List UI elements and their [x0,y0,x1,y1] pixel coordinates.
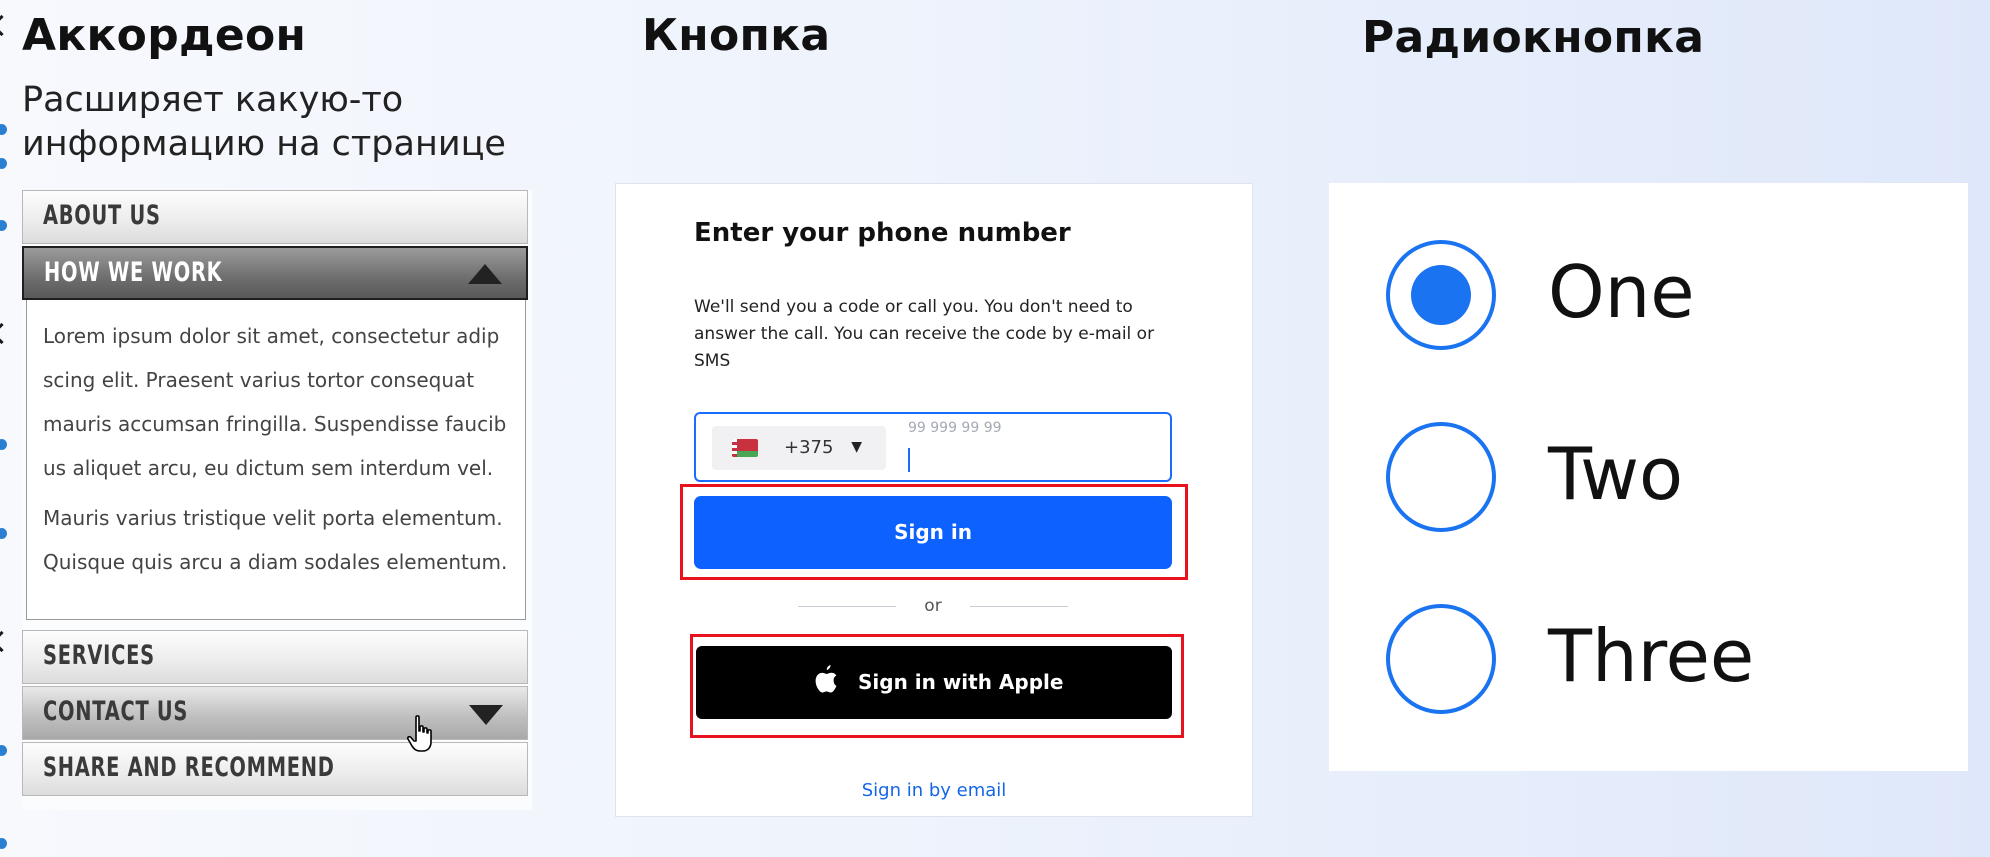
accordion-item-about-us[interactable]: ABOUT US [22,190,528,244]
slide-chevron-icon [0,322,13,345]
accordion-item-services[interactable]: SERVICES [22,630,528,684]
accordion-item-label: ABOUT US [43,200,161,231]
accordion: ABOUT US HOW WE WORK Lorem ipsum dolor s… [22,190,532,810]
phone-number-field[interactable]: 99 999 99 99 [908,420,1158,476]
radio-option-two[interactable]: Two [1386,422,1906,532]
radio-section-title: Радиокнопка [1362,12,1705,63]
phone-number-placeholder: 99 999 99 99 [908,420,1002,436]
accordion-item-label: CONTACT US [43,696,189,727]
radio-option-label: Two [1548,432,1683,516]
accordion-section-description: Расширяет какую-то информацию на страниц… [22,80,506,164]
slide-bullet-icon [0,220,7,231]
accordion-item-contact-us[interactable]: CONTACT US [22,686,528,740]
slide-bullet-icon [0,838,7,849]
accordion-panel-content: Lorem ipsum dolor sit amet, consectetur … [26,300,526,620]
text-caret [908,448,910,472]
apple-logo-icon [815,665,837,693]
radio-option-label: Three [1548,614,1755,698]
divider-line [970,606,1068,607]
accordion-paragraph: Mauris varius tristique velit porta elem… [43,506,508,574]
button-section-title: Кнопка [642,10,831,61]
sign-in-button[interactable]: Sign in [694,496,1172,569]
hand-pointer-icon [407,715,432,752]
radio-button[interactable] [1386,604,1496,714]
slide-chevron-icon [0,630,13,653]
radio-button[interactable] [1386,422,1496,532]
country-code-select[interactable]: +375 ▼ [712,426,886,470]
country-code-value: +375 [784,437,834,458]
or-divider: or [798,596,1068,616]
accordion-item-share-and-recommend[interactable]: SHARE AND RECOMMEND [22,742,528,796]
slide-bullet-icon [0,528,7,539]
radio-group-card: One Two Three [1329,183,1968,771]
sign-in-with-apple-button[interactable]: Sign in with Apple [696,646,1172,719]
accordion-item-how-we-work[interactable]: HOW WE WORK [22,246,528,300]
belarus-flag-icon [732,439,758,457]
accordion-section-title: Аккордеон [22,10,307,61]
radio-option-one[interactable]: One [1386,240,1906,350]
slide-bullet-icon [0,124,7,135]
slide-bullet-icon [0,439,7,450]
accordion-item-label: SERVICES [43,640,155,671]
radio-selected-dot [1411,265,1471,325]
triangle-down-icon [469,705,503,725]
slide-bullet-icon [0,745,7,756]
accordion-paragraph: Lorem ipsum dolor sit amet, consectetur … [43,324,507,480]
accordion-item-label: SHARE AND RECOMMEND [43,752,335,783]
triangle-up-icon [468,264,502,284]
phone-form-description: We'll send you a code or call you. You d… [694,297,1155,371]
phone-form-heading: Enter your phone number [694,218,1071,248]
caret-down-icon: ▼ [851,439,862,455]
apple-button-label: Sign in with Apple [858,670,1064,694]
accordion-item-label: HOW WE WORK [44,257,223,288]
radio-option-label: One [1548,250,1695,334]
slide-bullet-icon [0,158,7,169]
sign-in-by-email-link[interactable]: Sign in by email [616,780,1252,801]
phone-signin-card: Enter your phone number We'll send you a… [615,183,1253,817]
slide-chevron-icon [0,14,13,37]
radio-button-selected[interactable] [1386,240,1496,350]
radio-option-three[interactable]: Three [1386,604,1906,714]
phone-number-input-group: +375 ▼ 99 999 99 99 [694,412,1172,482]
